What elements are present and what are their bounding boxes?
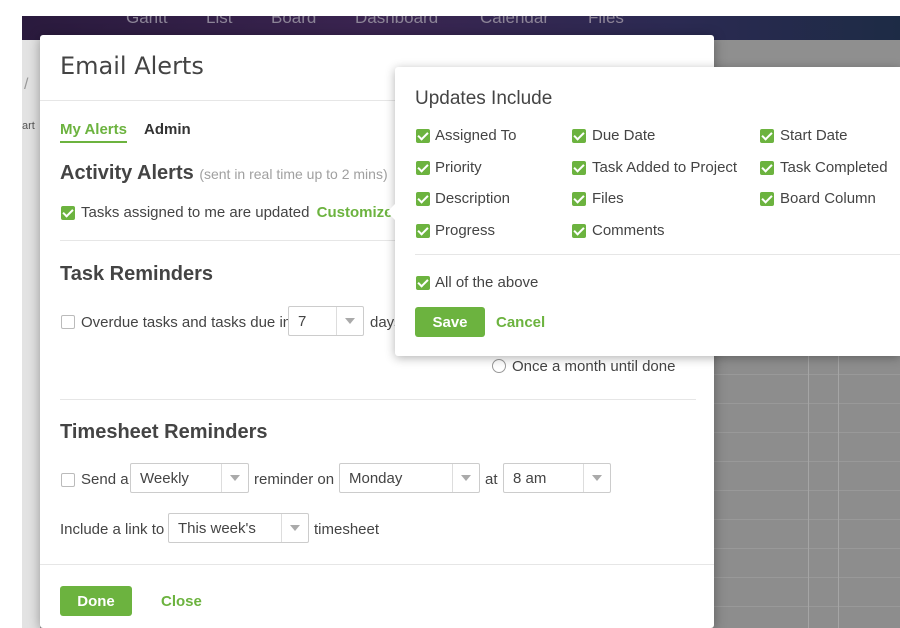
reminder-on-label: reminder on	[254, 471, 335, 488]
chevron-down-icon	[336, 307, 363, 335]
chevron-down-icon	[583, 464, 610, 492]
section-divider	[60, 399, 696, 400]
option-files-checkbox[interactable]	[572, 192, 586, 206]
close-button[interactable]: Close	[161, 593, 202, 610]
updates-include-popover: Updates Include Assigned To Due Date Sta…	[387, 67, 900, 356]
grid-column-line	[838, 346, 839, 628]
option-description-label: Description	[435, 190, 511, 207]
tasks-assigned-row: Tasks assigned to me are updated Customi…	[81, 204, 393, 221]
tab-admin[interactable]: Admin	[144, 121, 191, 138]
tasks-assigned-label: Tasks assigned to me are updated	[81, 204, 310, 221]
edit-icon: /	[24, 76, 29, 93]
overdue-tasks-label: Overdue tasks and tasks due in	[81, 314, 292, 331]
nav-item-files[interactable]: Files	[588, 16, 624, 28]
at-label: at	[485, 471, 498, 488]
grid-column-line	[808, 346, 809, 628]
period-select[interactable]: This week's	[168, 513, 309, 543]
activity-alerts-title: Activity Alerts (sent in real time up to…	[60, 162, 388, 185]
task-reminders-title: Task Reminders	[60, 263, 214, 285]
activity-alerts-hint: (sent in real time up to 2 mins)	[199, 166, 388, 182]
time-select-value: 8 am	[513, 470, 547, 487]
tab-my-alerts[interactable]: My Alerts	[60, 121, 127, 143]
option-assigned-to-label: Assigned To	[435, 127, 517, 144]
footer-divider	[40, 564, 714, 565]
option-board-column-label: Board Column	[780, 190, 876, 207]
chevron-down-icon	[221, 464, 248, 492]
gantt-grid	[712, 346, 900, 628]
timesheet-reminders-title: Timesheet Reminders	[60, 421, 268, 443]
option-description-checkbox[interactable]	[416, 192, 430, 206]
left-panel-label: art	[22, 120, 35, 132]
option-task-completed-checkbox[interactable]	[760, 161, 774, 175]
option-priority-checkbox[interactable]	[416, 161, 430, 175]
option-comments-checkbox[interactable]	[572, 224, 586, 238]
days-select[interactable]: 7	[288, 306, 364, 336]
save-button[interactable]: Save	[415, 307, 485, 337]
chevron-down-icon	[452, 464, 479, 492]
option-priority-label: Priority	[435, 159, 482, 176]
nav-item-calendar[interactable]: Calendar	[480, 16, 549, 28]
all-of-the-above-checkbox[interactable]	[416, 276, 430, 290]
all-of-the-above-label: All of the above	[435, 274, 539, 291]
option-progress-label: Progress	[435, 222, 496, 239]
period-select-value: This week's	[178, 520, 256, 537]
option-due-date-label: Due Date	[592, 127, 656, 144]
option-files-label: Files	[592, 190, 624, 207]
send-reminder-checkbox[interactable]	[61, 473, 75, 487]
option-task-added-checkbox[interactable]	[572, 161, 586, 175]
day-select[interactable]: Monday	[339, 463, 480, 493]
cancel-button[interactable]: Cancel	[496, 314, 545, 331]
chevron-down-icon	[281, 514, 308, 542]
option-task-completed-label: Task Completed	[780, 159, 888, 176]
activity-alerts-heading: Activity Alerts	[60, 162, 194, 184]
include-link-suffix: timesheet	[314, 521, 380, 538]
option-progress-checkbox[interactable]	[416, 224, 430, 238]
option-task-added-label: Task Added to Project	[592, 159, 738, 176]
nav-item-gantt[interactable]: Gantt	[126, 16, 168, 28]
left-panel-edge: / art	[22, 40, 40, 628]
include-link-prefix: Include a link to	[60, 521, 165, 538]
time-select[interactable]: 8 am	[503, 463, 611, 493]
option-comments-label: Comments	[592, 222, 665, 239]
done-button[interactable]: Done	[60, 586, 132, 616]
once-a-month-radio[interactable]	[492, 359, 506, 373]
frequency-select[interactable]: Weekly	[130, 463, 249, 493]
popover-divider	[415, 254, 900, 255]
popover-pointer	[387, 204, 395, 220]
tasks-assigned-checkbox[interactable]	[61, 206, 75, 220]
customize-link[interactable]: Customize	[317, 204, 393, 221]
option-board-column-checkbox[interactable]	[760, 192, 774, 206]
option-start-date-checkbox[interactable]	[760, 129, 774, 143]
overdue-tasks-checkbox[interactable]	[61, 315, 75, 329]
nav-item-board[interactable]: Board	[271, 16, 316, 28]
popover-title: Updates Include	[415, 88, 553, 109]
option-assigned-to-checkbox[interactable]	[416, 129, 430, 143]
day-select-value: Monday	[349, 470, 403, 487]
nav-item-list[interactable]: List	[206, 16, 232, 28]
nav-item-dashboard[interactable]: Dashboard	[355, 16, 438, 28]
once-a-month-label: Once a month until done	[512, 358, 676, 375]
option-start-date-label: Start Date	[780, 127, 848, 144]
option-due-date-checkbox[interactable]	[572, 129, 586, 143]
send-prefix: Send a	[81, 471, 129, 488]
frequency-select-value: Weekly	[140, 470, 189, 487]
dialog-title: Email Alerts	[60, 52, 204, 80]
days-select-value: 7	[298, 313, 307, 330]
